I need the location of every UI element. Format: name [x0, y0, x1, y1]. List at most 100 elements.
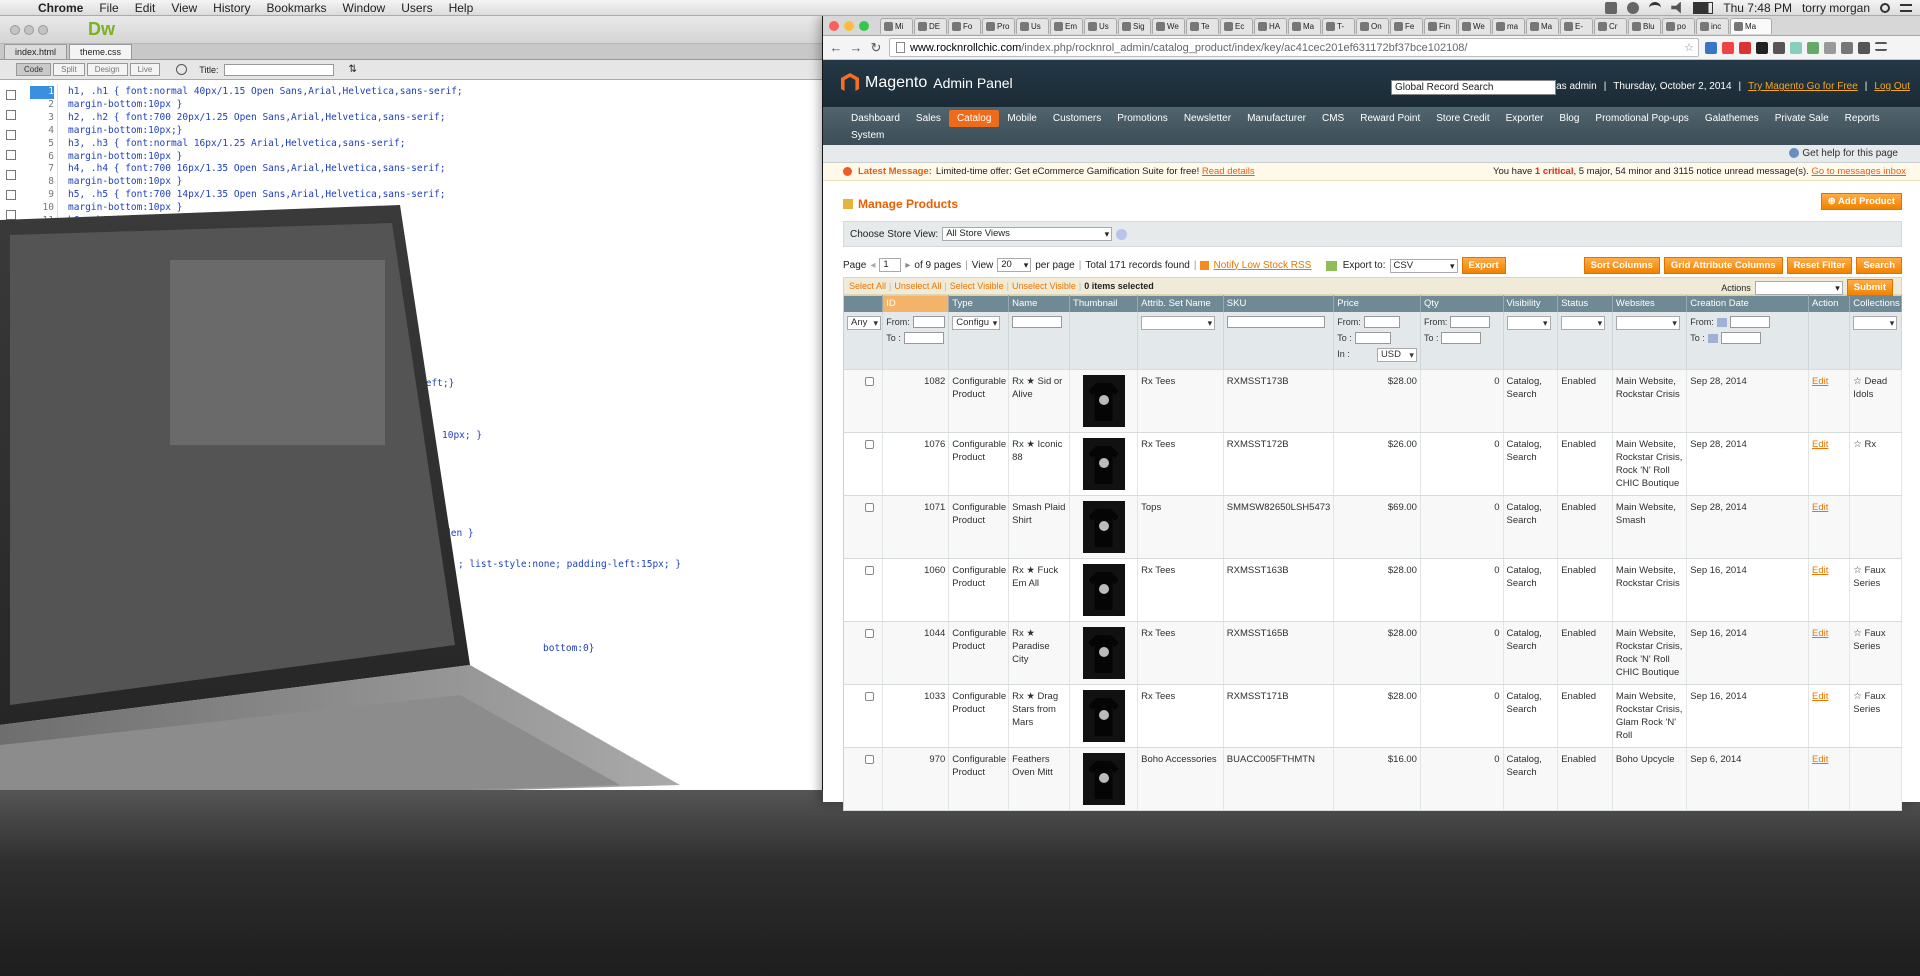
code-line[interactable]: margin-bottom:10px;} — [68, 125, 463, 138]
column-header-sku[interactable]: SKU — [1223, 295, 1335, 312]
menu-edit[interactable]: Edit — [127, 1, 164, 15]
code-line[interactable]: margin-bottom:10px } — [68, 176, 463, 189]
add-product-button[interactable]: ⊕ Add Product — [1820, 193, 1902, 210]
nav-promotions[interactable]: Promotions — [1109, 110, 1176, 127]
menu-help[interactable]: Help — [441, 1, 482, 15]
open-documents-icon[interactable] — [6, 90, 16, 100]
browser-tab[interactable]: We — [1152, 17, 1185, 34]
nav-exporter[interactable]: Exporter — [1498, 110, 1552, 127]
read-details-link[interactable]: Read details — [1202, 166, 1255, 177]
column-header-id[interactable]: ID — [882, 295, 950, 312]
browser-tab[interactable]: inc — [1696, 17, 1729, 34]
user-name[interactable]: torry morgan — [1802, 1, 1870, 15]
column-header-action[interactable]: Action — [1808, 295, 1851, 312]
table-row[interactable]: 1071 Configurable Product Smash Plaid Shir… — [843, 495, 1902, 559]
browser-tab[interactable]: Te — [1186, 17, 1219, 34]
grid-attribute-columns-button[interactable]: Grid Attribute Columns — [1663, 257, 1783, 274]
product-thumbnail[interactable] — [1082, 501, 1125, 553]
product-thumbnail[interactable] — [1082, 375, 1125, 427]
column-header-attrib-set-name[interactable]: Attrib. Set Name — [1137, 295, 1224, 312]
row-checkbox[interactable] — [865, 755, 874, 764]
collections-filter-select[interactable] — [1853, 315, 1898, 330]
show-code-navigator-icon[interactable] — [6, 110, 16, 120]
logout-link[interactable]: Log Out — [1874, 81, 1910, 92]
browser-tab[interactable]: Fe — [1390, 17, 1423, 34]
nav-store-credit[interactable]: Store Credit — [1428, 110, 1497, 127]
menu-app-name[interactable]: Chrome — [30, 1, 91, 15]
help-link[interactable]: Get help for this page — [1802, 148, 1898, 159]
calendar-icon[interactable] — [1707, 333, 1718, 343]
id-from-input[interactable] — [912, 316, 946, 328]
unselect-all-link[interactable]: Unselect All — [894, 281, 941, 291]
cell-action[interactable]: Edit — [1812, 691, 1828, 702]
extension-icon[interactable] — [1858, 41, 1870, 54]
row-checkbox[interactable] — [865, 503, 874, 512]
zoom-window-button[interactable] — [38, 24, 48, 35]
cell-action[interactable]: Edit — [1812, 754, 1828, 765]
magento-logo[interactable]: Magento Admin Panel — [841, 73, 1013, 93]
browser-tab[interactable]: Ec — [1220, 17, 1253, 34]
column-header-type[interactable]: Type — [948, 295, 1010, 312]
price-from-input[interactable] — [1363, 316, 1400, 328]
nav-sales[interactable]: Sales — [908, 110, 949, 127]
browser-tab[interactable]: Em — [1050, 17, 1083, 34]
collapse-tag-icon[interactable] — [6, 130, 16, 140]
nav-reports[interactable]: Reports — [1837, 110, 1888, 127]
massaction-filter-select[interactable]: Any — [847, 315, 881, 330]
reset-filter-button[interactable]: Reset Filter — [1786, 257, 1853, 274]
help-icon[interactable] — [1789, 148, 1800, 159]
forward-arrow-icon[interactable]: → — [849, 40, 863, 55]
menu-bookmarks[interactable]: Bookmarks — [259, 1, 335, 15]
extension-icon[interactable] — [1790, 41, 1802, 54]
nav-newsletter[interactable]: Newsletter — [1176, 110, 1239, 127]
websites-filter-select[interactable] — [1615, 315, 1680, 330]
design-view-button[interactable]: Design — [86, 63, 128, 76]
attribute-set-filter-select[interactable] — [1141, 315, 1216, 330]
cell-action[interactable]: Edit — [1812, 439, 1828, 450]
code-line[interactable]: h3, .h3 { font:normal 16px/1.25 Arial,He… — [68, 138, 463, 151]
close-window-button[interactable] — [10, 24, 20, 35]
column-header-thumbnail[interactable]: Thumbnail — [1069, 295, 1139, 312]
nav-manufacturer[interactable]: Manufacturer — [1239, 110, 1314, 127]
browser-tab[interactable]: Ma — [1526, 17, 1559, 34]
date-from-input[interactable] — [1729, 316, 1770, 328]
row-checkbox[interactable] — [865, 440, 874, 449]
extension-icon[interactable] — [1756, 41, 1768, 54]
name-filter-input[interactable] — [1012, 315, 1063, 328]
extension-icon[interactable] — [1841, 41, 1853, 54]
browser-tab[interactable]: Fin — [1424, 17, 1457, 34]
date-to-input[interactable] — [1720, 332, 1761, 344]
column-header-name[interactable]: Name — [1008, 295, 1071, 312]
product-thumbnail[interactable] — [1082, 564, 1125, 616]
search-button[interactable]: Search — [1856, 257, 1902, 274]
status-filter-select[interactable] — [1561, 315, 1606, 330]
expand-all-icon[interactable] — [6, 170, 16, 180]
menu-file[interactable]: File — [91, 1, 126, 15]
cell-action[interactable]: Edit — [1812, 628, 1828, 639]
menu-window[interactable]: Window — [335, 1, 394, 15]
row-checkbox[interactable] — [865, 566, 874, 575]
next-page-icon[interactable]: ▸ — [905, 260, 910, 271]
menu-history[interactable]: History — [205, 1, 258, 15]
nav-system[interactable]: System — [843, 127, 892, 144]
browser-close-button[interactable] — [829, 20, 839, 31]
product-thumbnail[interactable] — [1082, 627, 1125, 679]
nav-blog[interactable]: Blog — [1551, 110, 1587, 127]
bookmark-star-icon[interactable]: ☆ — [1684, 41, 1694, 54]
notification-list-icon[interactable] — [1900, 3, 1912, 12]
row-checkbox[interactable] — [865, 377, 874, 386]
code-line[interactable]: margin-bottom:10px } — [68, 99, 463, 112]
browser-tab[interactable]: Pro — [982, 17, 1015, 34]
nav-mobile[interactable]: Mobile — [999, 110, 1044, 127]
extension-icon[interactable] — [1739, 41, 1751, 54]
back-arrow-icon[interactable]: ← — [829, 40, 843, 55]
chrome-menu-icon[interactable] — [1875, 41, 1887, 51]
reload-icon[interactable]: ↻ — [869, 40, 883, 56]
clock[interactable]: Thu 7:48 PM — [1723, 1, 1792, 15]
nav-reward-point[interactable]: Reward Point — [1352, 110, 1428, 127]
browser-tab[interactable]: E- — [1560, 17, 1593, 34]
collapse-selection-icon[interactable] — [6, 150, 16, 160]
low-stock-rss-link[interactable]: Notify Low Stock RSS — [1213, 260, 1311, 271]
nav-catalog[interactable]: Catalog — [948, 110, 1000, 127]
submit-button[interactable]: Submit — [1846, 279, 1893, 296]
